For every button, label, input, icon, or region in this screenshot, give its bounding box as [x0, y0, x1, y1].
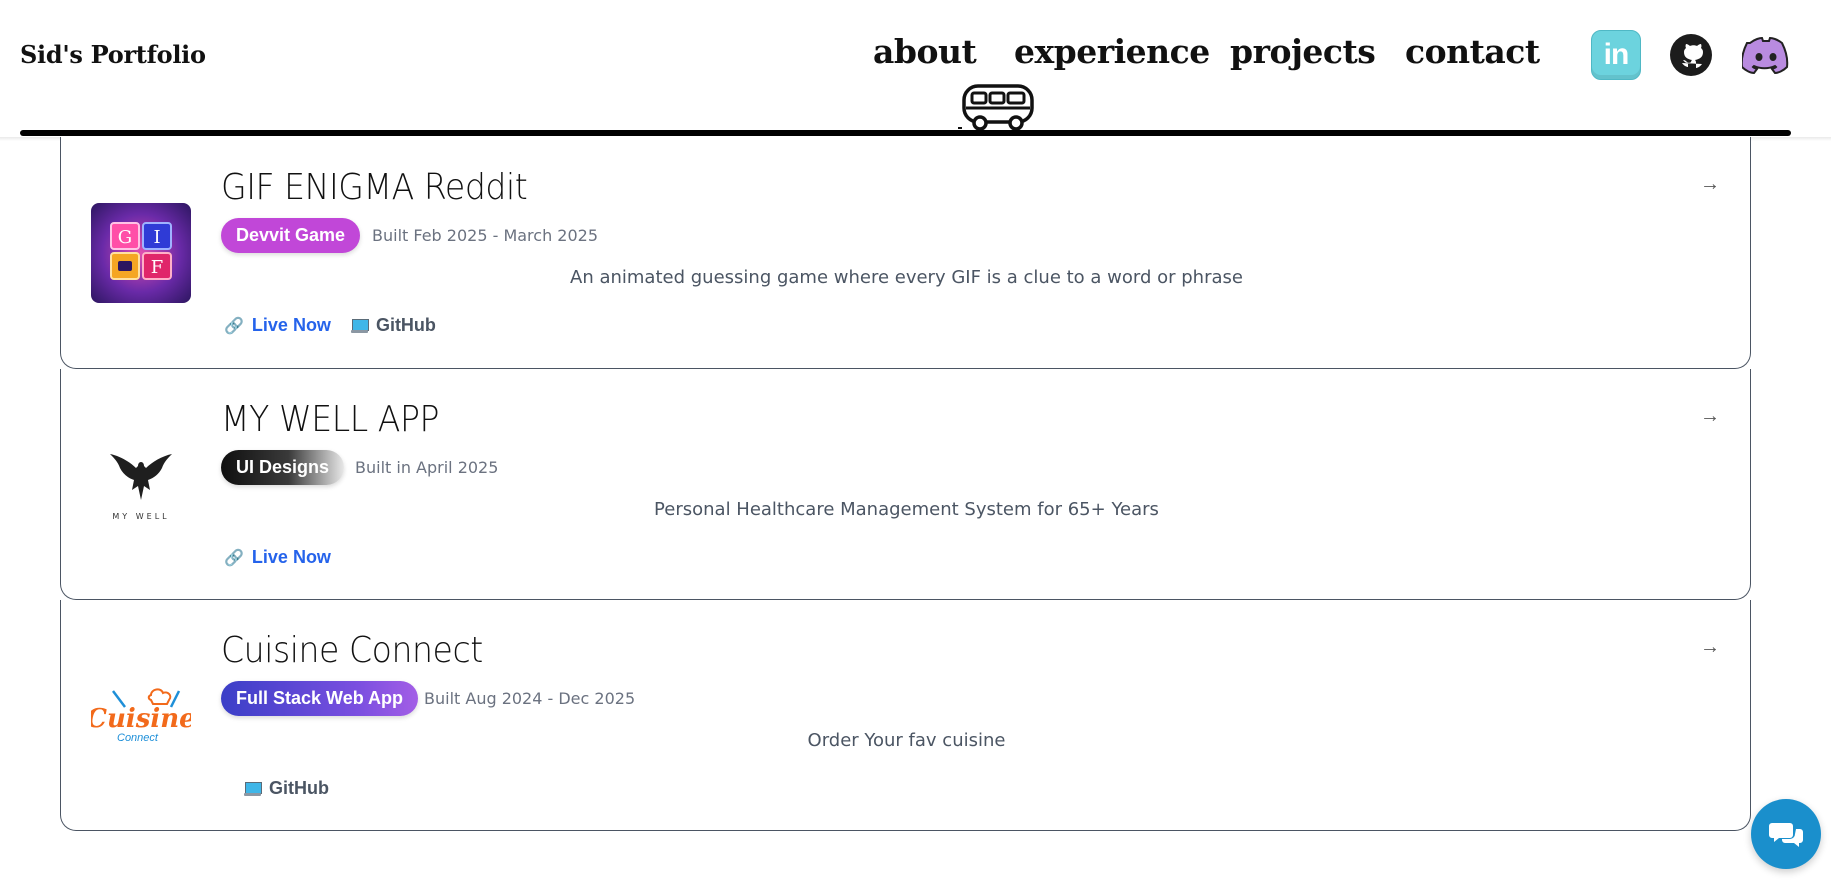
project-built-date: Built in April 2025	[355, 458, 499, 477]
chat-bubbles-icon	[1769, 823, 1803, 847]
linkedin-icon-text: in	[1603, 38, 1630, 71]
thumb-letter-g: G	[118, 227, 132, 248]
linkedin-icon[interactable]: in	[1591, 30, 1641, 80]
project-thumbnail: Cuisine Connect	[91, 666, 191, 766]
project-links: GitHub	[244, 778, 329, 799]
project-card-cuisine-connect[interactable]: Cuisine Connect Cuisine Connect Full Sta…	[60, 600, 1751, 831]
project-description: An animated guessing game where every GI…	[570, 267, 1243, 288]
link-icon: 🔗	[224, 317, 244, 335]
chat-button[interactable]	[1751, 799, 1821, 869]
nav-about[interactable]: about	[873, 32, 977, 71]
project-links: 🔗 Live Now GitHub	[224, 315, 436, 336]
project-thumbnail: G I F	[91, 203, 191, 303]
laptop-icon	[244, 781, 262, 796]
nav-contact[interactable]: contact	[1405, 32, 1540, 71]
project-badge: Full Stack Web App	[221, 681, 419, 716]
project-description: Order Your fav cuisine	[807, 730, 1006, 751]
project-title: Cuisine Connect	[221, 630, 483, 671]
arrow-right-icon[interactable]: →	[1700, 173, 1720, 196]
project-badge: UI Designs	[221, 450, 345, 485]
brand-logo[interactable]: Sid's Portfolio	[20, 40, 206, 69]
project-card-my-well[interactable]: MY WELL MY WELL APP UI Designs Built in …	[60, 369, 1751, 600]
project-title: MY WELL APP	[221, 399, 439, 440]
project-built-date: Built Aug 2024 - Dec 2025	[424, 689, 636, 708]
nav-experience[interactable]: experience	[1014, 32, 1210, 71]
live-now-link[interactable]: 🔗 Live Now	[224, 547, 331, 568]
thumb-letter-i: I	[153, 227, 160, 248]
nav-projects[interactable]: projects	[1230, 32, 1376, 71]
project-badge: Devvit Game	[221, 218, 361, 253]
project-built-date: Built Feb 2025 - March 2025	[372, 226, 599, 245]
github-link[interactable]: GitHub	[350, 315, 436, 336]
project-description: Personal Healthcare Management System fo…	[654, 499, 1159, 520]
live-now-label: Live Now	[251, 315, 331, 335]
laptop-icon	[350, 318, 369, 333]
header-divider	[20, 130, 1791, 136]
live-now-label: Live Now	[251, 547, 331, 567]
discord-icon[interactable]	[1741, 30, 1791, 80]
github-icon[interactable]	[1666, 30, 1716, 80]
link-icon: 🔗	[224, 549, 244, 567]
site-header: Sid's Portfolio about experience project…	[0, 0, 1831, 137]
github-link[interactable]: GitHub	[244, 778, 329, 799]
project-title: GIF ENIGMA Reddit	[221, 167, 528, 208]
arrow-right-icon[interactable]: →	[1700, 405, 1720, 428]
arrow-right-icon[interactable]: →	[1700, 636, 1720, 659]
github-label: GitHub	[269, 778, 329, 798]
project-links: 🔗 Live Now	[224, 547, 331, 568]
github-label: GitHub	[375, 315, 436, 335]
live-now-link[interactable]: 🔗 Live Now	[224, 315, 331, 336]
project-card-gif-enigma[interactable]: G I F GIF ENIGMA Reddit Devvit Game Buil…	[60, 137, 1751, 369]
bus-icon	[958, 84, 1034, 131]
project-thumbnail: MY WELL	[91, 435, 191, 535]
